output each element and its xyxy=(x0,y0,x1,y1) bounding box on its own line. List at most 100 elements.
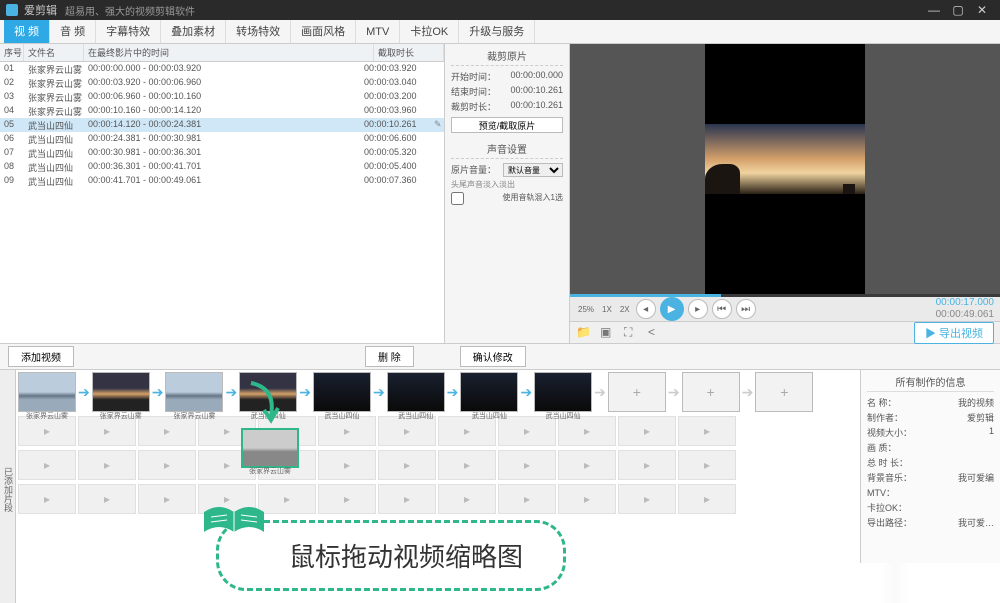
transition-arrow-icon[interactable]: ➔ xyxy=(520,384,532,401)
vol-select[interactable]: 默认音量 xyxy=(503,163,563,177)
overlay-slot[interactable]: ▸ xyxy=(558,450,616,480)
maximize-button[interactable]: ▢ xyxy=(946,3,970,17)
overlay-track-row: ▸▸▸▸▸▸▸▸▸▸▸▸ xyxy=(16,482,860,516)
tab-5[interactable]: 画面风格 xyxy=(291,20,356,43)
tab-2[interactable]: 字幕特效 xyxy=(96,20,161,43)
transition-arrow-icon[interactable]: ➔ xyxy=(152,384,164,401)
tip-callout: 鼠标拖动视频缩略图 xyxy=(216,520,566,591)
scrub-bar[interactable] xyxy=(570,294,1000,297)
overlay-slot[interactable]: ▸ xyxy=(318,450,376,480)
info-title: 所有制作的信息 xyxy=(867,374,994,392)
mix-track-checkbox[interactable] xyxy=(451,192,464,205)
overlay-slot[interactable]: ▸ xyxy=(678,484,736,514)
minimize-button[interactable]: — xyxy=(922,3,946,17)
overlay-slot[interactable]: ▸ xyxy=(78,484,136,514)
tab-0[interactable]: 视 频 xyxy=(4,20,50,43)
clip-row[interactable]: 07武当山四仙00:00:30.981 - 00:00:36.30100:00:… xyxy=(0,146,444,160)
overlay-slot[interactable]: ▸ xyxy=(618,484,676,514)
start-value: 00:00:00.000 xyxy=(510,70,563,83)
tab-1[interactable]: 音 频 xyxy=(50,20,96,43)
dragged-caption: 张家界云山雾 xyxy=(243,466,297,476)
app-name: 爱剪辑 xyxy=(24,2,57,18)
clip-row[interactable]: 03张家界云山雾00:00:06.960 - 00:00:10.16000:00… xyxy=(0,90,444,104)
zoom-2x[interactable]: 2X xyxy=(618,305,632,314)
video-preview-area xyxy=(570,44,1000,294)
overlay-slot[interactable]: ▸ xyxy=(678,416,736,446)
preview-crop-button[interactable]: 预览/截取原片 xyxy=(451,117,563,133)
clip-row[interactable]: 06武当山四仙00:00:24.381 - 00:00:30.98100:00:… xyxy=(0,132,444,146)
tab-4[interactable]: 转场特效 xyxy=(226,20,291,43)
overlay-slot[interactable]: ▸ xyxy=(438,450,496,480)
add-video-button[interactable]: 添加视频 xyxy=(8,346,74,367)
col-filename: 文件名 xyxy=(24,44,84,61)
overlay-slot[interactable]: ▸ xyxy=(438,484,496,514)
next-frame-button[interactable]: ▸ xyxy=(688,299,708,319)
overlay-slot[interactable]: ▸ xyxy=(558,484,616,514)
tab-8[interactable]: 升级与服务 xyxy=(459,20,535,43)
overlay-slot[interactable]: ▸ xyxy=(678,450,736,480)
clip-thumbnail[interactable]: 武当山四仙 xyxy=(534,372,592,412)
share-icon[interactable]: < xyxy=(648,325,664,341)
fullscreen-icon[interactable]: ⛶ xyxy=(624,325,640,341)
transition-arrow-icon[interactable]: ➔ xyxy=(225,384,237,401)
crop-label: 裁剪时长： xyxy=(451,100,496,113)
clip-row[interactable]: 04张家界云山雾00:00:10.160 - 00:00:14.12000:00… xyxy=(0,104,444,118)
export-video-button[interactable]: ▶ 导出视频 xyxy=(914,322,994,344)
drop-slot[interactable]: + xyxy=(755,372,813,412)
transition-arrow-icon[interactable]: ➔ xyxy=(78,384,90,401)
start-label: 开始时间： xyxy=(451,70,496,83)
clip-thumbnail[interactable]: 张家界云山雾 xyxy=(92,372,150,412)
preview-panel: 25% 1X 2X ◂ ▶ ▸ ⏮ ⏭ 00:00:17.000 00:00:4… xyxy=(570,44,1000,343)
clip-row[interactable]: 08武当山四仙00:00:36.301 - 00:00:41.70100:00:… xyxy=(0,160,444,174)
overlay-slot[interactable]: ▸ xyxy=(498,450,556,480)
overlay-slot[interactable]: ▸ xyxy=(78,450,136,480)
crop-group-title: 裁剪原片 xyxy=(451,48,563,66)
overlay-slot[interactable]: ▸ xyxy=(138,484,196,514)
transition-arrow-icon[interactable]: ➔ xyxy=(373,384,385,401)
overlay-track-row: ▸▸▸▸▸▸▸▸▸▸▸▸ xyxy=(16,448,860,482)
tab-3[interactable]: 叠加素材 xyxy=(161,20,226,43)
skip-back-button[interactable]: ⏮ xyxy=(712,299,732,319)
dragged-thumbnail[interactable]: 张家界云山雾 xyxy=(241,428,299,468)
drop-slot[interactable]: + xyxy=(608,372,666,412)
mix-track-label: 使用音轨混入1选 xyxy=(503,192,563,205)
app-tagline: 超易用、强大的视频剪辑软件 xyxy=(65,3,922,18)
overlay-slot[interactable]: ▸ xyxy=(378,450,436,480)
clip-thumbnail[interactable]: 武当山四仙 xyxy=(239,372,297,412)
play-button[interactable]: ▶ xyxy=(660,297,684,321)
tab-7[interactable]: 卡拉OK xyxy=(400,20,459,43)
clip-thumbnail[interactable]: 武当山四仙 xyxy=(387,372,445,412)
zoom-25[interactable]: 25% xyxy=(576,305,596,314)
clip-row[interactable]: 05武当山四仙00:00:14.120 - 00:00:24.38100:00:… xyxy=(0,118,444,132)
overlay-slot[interactable]: ▸ xyxy=(18,450,76,480)
overlay-slot[interactable]: ▸ xyxy=(618,416,676,446)
clip-row[interactable]: 01张家界云山雾00:00:00.000 - 00:00:03.92000:00… xyxy=(0,62,444,76)
clip-thumbnail[interactable]: 张家界云山雾 xyxy=(165,372,223,412)
close-button[interactable]: ✕ xyxy=(970,3,994,17)
transition-arrow-icon[interactable]: ➔ xyxy=(447,384,459,401)
skip-fwd-button[interactable]: ⏭ xyxy=(736,299,756,319)
info-row: 制作者：爱剪辑 xyxy=(867,411,994,424)
clip-thumbnail[interactable]: 张家界云山雾 xyxy=(18,372,76,412)
overlay-slot[interactable]: ▸ xyxy=(378,484,436,514)
clip-thumbnail[interactable]: 武当山四仙 xyxy=(460,372,518,412)
zoom-1x[interactable]: 1X xyxy=(600,305,614,314)
snapshot-icon[interactable]: ▣ xyxy=(600,325,616,341)
clip-thumbnail[interactable]: 武当山四仙 xyxy=(313,372,371,412)
col-index: 序号 xyxy=(0,44,24,61)
tab-6[interactable]: MTV xyxy=(356,20,400,43)
overlay-slot[interactable]: ▸ xyxy=(138,450,196,480)
prev-frame-button[interactable]: ◂ xyxy=(636,299,656,319)
confirm-button[interactable]: 确认修改 xyxy=(460,346,526,367)
clip-row[interactable]: 02张家界云山雾00:00:03.920 - 00:00:06.96000:00… xyxy=(0,76,444,90)
folder-icon[interactable]: 📁 xyxy=(576,325,592,341)
app-logo-icon xyxy=(6,4,18,16)
overlay-slot[interactable]: ▸ xyxy=(498,484,556,514)
delete-button[interactable]: 删 除 xyxy=(365,346,414,367)
overlay-slot[interactable]: ▸ xyxy=(618,450,676,480)
overlay-slot[interactable]: ▸ xyxy=(318,484,376,514)
clip-row[interactable]: 09武当山四仙00:00:41.701 - 00:00:49.06100:00:… xyxy=(0,174,444,188)
drop-slot[interactable]: + xyxy=(682,372,740,412)
transition-arrow-icon[interactable]: ➔ xyxy=(299,384,311,401)
overlay-slot[interactable]: ▸ xyxy=(18,484,76,514)
